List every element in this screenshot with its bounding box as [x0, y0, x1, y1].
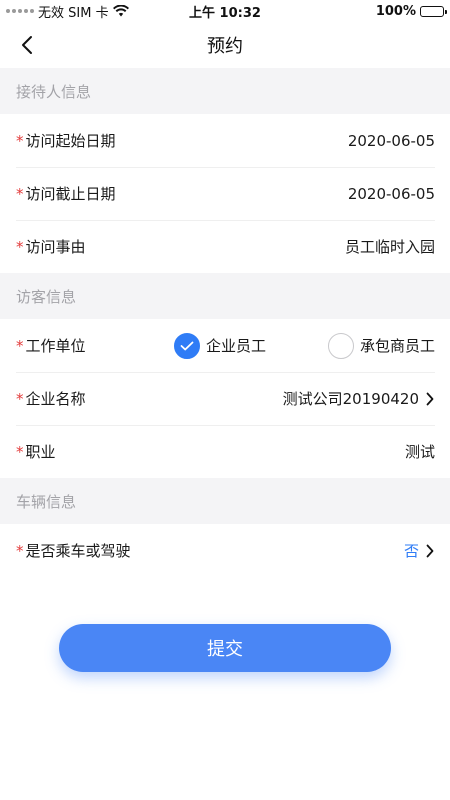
- section-header-host-info: 接待人信息: [0, 68, 450, 114]
- occupation-value[interactable]: 测试: [405, 441, 435, 462]
- back-button[interactable]: [12, 22, 42, 68]
- radio-contractor-employee[interactable]: 承包商员工: [327, 332, 435, 359]
- radio-label: 企业员工: [205, 337, 266, 355]
- driving-row[interactable]: * 是否乘车或驾驶 否: [0, 524, 450, 577]
- company-name-value-wrap[interactable]: 测试公司20190420: [283, 388, 435, 409]
- visit-reason-label: 访问事由: [25, 238, 86, 256]
- start-date-row[interactable]: * 访问起始日期 2020-06-05: [0, 114, 450, 167]
- chevron-right-icon: [426, 392, 434, 405]
- end-date-label: 访问截止日期: [25, 185, 116, 203]
- status-bar: 无效 SIM 卡 上午 10:32 100%: [0, 0, 450, 22]
- chevron-left-icon: [22, 36, 32, 54]
- start-date-value[interactable]: 2020-06-05: [348, 132, 435, 150]
- required-marker: *: [16, 389, 24, 408]
- end-date-value[interactable]: 2020-06-05: [348, 185, 435, 203]
- page-title: 预约: [207, 36, 243, 57]
- driving-value-wrap[interactable]: 否: [404, 540, 435, 561]
- required-marker: *: [16, 541, 24, 560]
- navigation-bar: 预约: [0, 22, 450, 68]
- driving-value: 否: [403, 542, 419, 560]
- submit-button[interactable]: 提交: [59, 624, 391, 672]
- visit-reason-row[interactable]: * 访问事由 员工临时入园: [0, 220, 450, 273]
- section-header-visitor-info: 访客信息: [0, 273, 450, 319]
- driving-label: 是否乘车或驾驶: [25, 542, 131, 560]
- radio-label: 承包商员工: [359, 337, 435, 355]
- company-name-value: 测试公司20190420: [282, 390, 419, 408]
- status-left: 无效 SIM 卡: [6, 2, 129, 21]
- carrier-label: 无效 SIM 卡: [38, 5, 109, 21]
- radio-checked-icon: [173, 332, 200, 359]
- battery-percent: 100%: [375, 3, 416, 19]
- radio-unchecked-icon: [327, 332, 354, 359]
- company-name-label: 企业名称: [25, 390, 86, 408]
- chevron-right-icon: [426, 544, 434, 557]
- occupation-row[interactable]: * 职业 测试: [0, 425, 450, 478]
- company-name-row[interactable]: * 企业名称 测试公司20190420: [0, 372, 450, 425]
- battery-icon: [420, 5, 447, 17]
- section-header-vehicle-info: 车辆信息: [0, 478, 450, 524]
- required-marker: *: [16, 131, 24, 150]
- wifi-icon: [112, 5, 129, 17]
- required-marker: *: [16, 336, 24, 355]
- signal-dots-icon: [6, 9, 34, 13]
- end-date-row[interactable]: * 访问截止日期 2020-06-05: [0, 167, 450, 220]
- work-unit-radio-group: 企业员工 承包商员工: [173, 332, 435, 359]
- status-right: 100%: [375, 3, 447, 19]
- submit-container: 提交: [0, 624, 450, 672]
- required-marker: *: [16, 442, 24, 461]
- start-date-label: 访问起始日期: [25, 132, 116, 150]
- work-unit-label: 工作单位: [25, 337, 86, 355]
- required-marker: *: [16, 237, 24, 256]
- work-unit-row: * 工作单位 企业员工 承包商员工: [0, 319, 450, 372]
- radio-enterprise-employee[interactable]: 企业员工: [173, 332, 266, 359]
- required-marker: *: [16, 184, 24, 203]
- occupation-label: 职业: [25, 443, 56, 461]
- visit-reason-value[interactable]: 员工临时入园: [345, 236, 435, 257]
- checkmark-icon: [180, 341, 194, 350]
